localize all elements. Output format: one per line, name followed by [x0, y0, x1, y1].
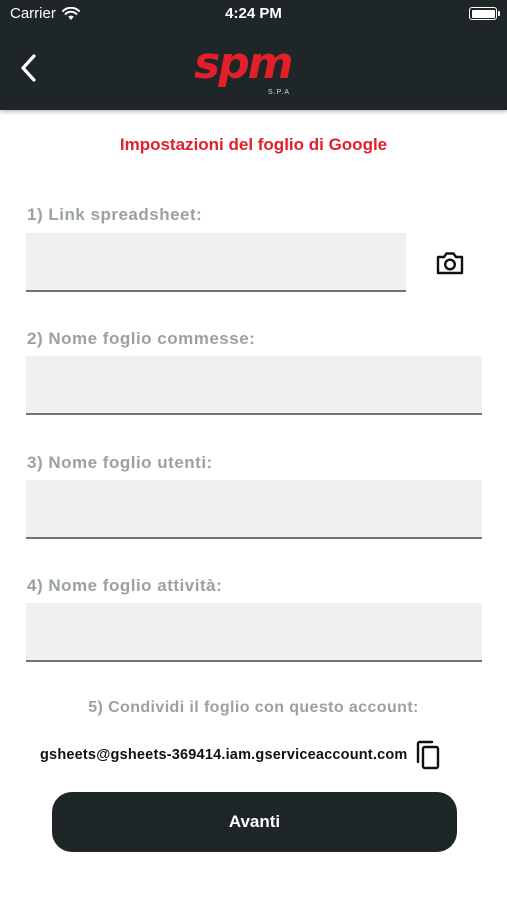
logo-text: spm	[194, 38, 294, 89]
users-sheet-input[interactable]	[26, 480, 482, 539]
activities-sheet-input[interactable]	[26, 603, 482, 662]
camera-icon	[436, 252, 464, 275]
navigation-bar: spm S.P.A	[0, 28, 507, 110]
spreadsheet-link-label: 1) Link spreadsheet:	[27, 205, 203, 224]
battery-icon	[469, 7, 500, 20]
service-account-email: gsheets@gsheets-369414.iam.gserviceaccou…	[40, 747, 408, 763]
company-logo: spm S.P.A	[192, 38, 316, 97]
orders-sheet-label: 2) Nome foglio commesse:	[27, 329, 256, 348]
service-account-row: gsheets@gsheets-369414.iam.gserviceaccou…	[40, 740, 441, 770]
next-button[interactable]: Avanti	[52, 792, 457, 852]
orders-sheet-input[interactable]	[26, 356, 482, 415]
activities-sheet-label: 4) Nome foglio attività:	[27, 576, 223, 595]
share-account-label: 5) Condividi il foglio con questo accoun…	[88, 699, 419, 716]
back-button[interactable]	[12, 48, 48, 88]
scan-button[interactable]	[434, 247, 466, 279]
status-time: 4:24 PM	[225, 5, 282, 22]
logo-subtext: S.P.A	[268, 89, 290, 96]
users-sheet-label: 3) Nome foglio utenti:	[27, 453, 213, 472]
copy-icon	[417, 740, 440, 770]
status-bar: Carrier 4:24 PM	[0, 0, 507, 28]
chevron-left-icon	[21, 54, 36, 82]
spreadsheet-link-input[interactable]	[26, 233, 406, 292]
copy-email-button[interactable]	[415, 740, 441, 770]
page-title: Impostazioni del foglio di Google	[119, 135, 388, 154]
